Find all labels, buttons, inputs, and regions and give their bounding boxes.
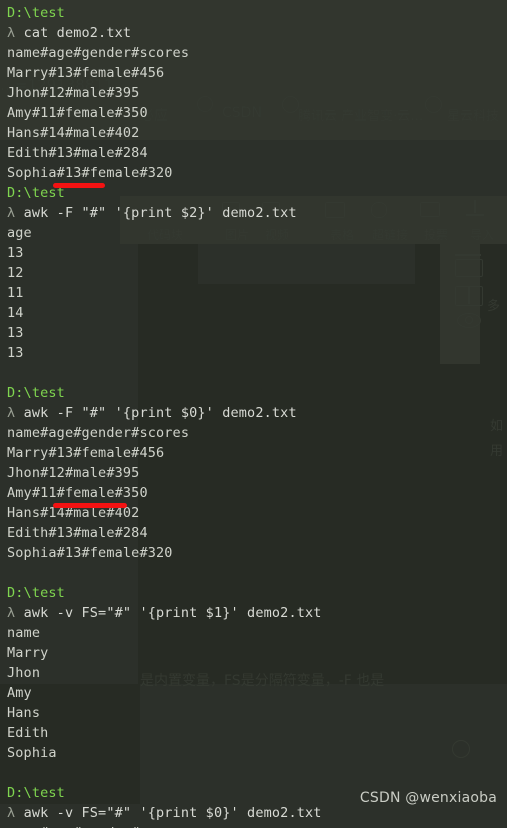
terminal-window: …=129138811 必应 CSDN 腾讯云 产业智变·云… 星云科技 代码块 图片 视频表…	[0, 0, 507, 828]
output-text: 13	[7, 245, 24, 261]
output-line: Sophia#13#female#320	[7, 163, 173, 183]
output-text: Sophia#13#female#320	[7, 165, 173, 181]
prompt-path-text: D:\test	[7, 785, 65, 801]
command-text: awk -F "#" '{print $2}' demo2.txt	[23, 205, 297, 221]
output-line: Hans#14#male#402	[7, 123, 139, 143]
output-text: 11	[7, 285, 24, 301]
command-line: λ awk -F "#" '{print $0}' demo2.txt	[7, 403, 297, 423]
terminal-output[interactable]: D:\test λ cat demo2.txt name#age#gender#sc…	[0, 0, 507, 828]
output-text: Hans	[7, 705, 41, 721]
output-line: name#age#gender#scores	[7, 43, 189, 63]
output-line: Marry	[7, 643, 48, 663]
output-line: Edith#13#male#284	[7, 523, 148, 543]
output-text: Marry	[7, 645, 49, 661]
output-line: Sophia#13#female#320	[7, 543, 173, 563]
output-line: Amy#11#female#350	[7, 483, 148, 503]
output-line: name#age#gender#scores	[7, 423, 189, 443]
red-underline-annotation	[53, 183, 105, 188]
output-line: Edith	[7, 723, 48, 743]
output-text: Edith#13#male#284	[7, 525, 148, 541]
output-text: 13	[7, 325, 24, 341]
output-line: Marry#13#female#456	[7, 63, 164, 83]
output-text: name#age#gender#scores	[7, 45, 190, 61]
output-line: Sophia	[7, 743, 57, 763]
output-text: Marry#13#female#456	[7, 65, 165, 81]
prompt-path: D:\test	[7, 3, 65, 23]
output-text: Amy	[7, 685, 32, 701]
output-text: Amy#11#female#350	[7, 485, 148, 501]
output-line: Hans	[7, 703, 40, 723]
red-underline-annotation	[53, 503, 127, 508]
command-line: λ awk -v FS="#" '{print $0}' demo2.txt	[7, 803, 322, 823]
output-text: age	[7, 225, 32, 241]
prompt-path-text: D:\test	[7, 585, 65, 601]
output-line: Amy#11#female#350	[7, 103, 148, 123]
output-line: Jhon#12#male#395	[7, 463, 139, 483]
lambda-prompt-symbol: λ	[7, 805, 24, 821]
output-line: Jhon	[7, 663, 40, 683]
output-text: Jhon#12#male#395	[7, 85, 140, 101]
output-line: 13	[7, 343, 24, 363]
output-text: Hans#14#male#402	[7, 125, 140, 141]
prompt-path: D:\test	[7, 783, 65, 803]
output-text: Edith	[7, 725, 49, 741]
command-text: awk -v FS="#" '{print $1}' demo2.txt	[23, 605, 322, 621]
output-line: age	[7, 223, 32, 243]
command-line: λ awk -F "#" '{print $2}' demo2.txt	[7, 203, 297, 223]
output-text: Marry#13#female#456	[7, 445, 165, 461]
output-text: 13	[7, 345, 24, 361]
output-line: Edith#13#male#284	[7, 143, 148, 163]
output-text: Jhon#12#male#395	[7, 465, 140, 481]
lambda-prompt-symbol: λ	[7, 25, 24, 41]
command-text: cat demo2.txt	[23, 25, 132, 41]
output-text: name	[7, 625, 41, 641]
output-text: name#age#gender#scores	[7, 425, 190, 441]
lambda-prompt-symbol: λ	[7, 405, 24, 421]
output-text: Amy#11#female#350	[7, 105, 148, 121]
output-line: 13	[7, 243, 24, 263]
command-text: awk -v FS="#" '{print $0}' demo2.txt	[23, 805, 322, 821]
output-text: Edith#13#male#284	[7, 145, 148, 161]
lambda-prompt-symbol: λ	[7, 605, 24, 621]
output-line: 11	[7, 283, 24, 303]
output-line: name#age#gender#scores	[7, 823, 189, 828]
output-line: name	[7, 623, 40, 643]
output-text: 14	[7, 305, 24, 321]
prompt-path: D:\test	[7, 383, 65, 403]
output-line: 12	[7, 263, 24, 283]
command-text: awk -F "#" '{print $0}' demo2.txt	[23, 405, 297, 421]
lambda-prompt-symbol: λ	[7, 205, 24, 221]
csdn-watermark: CSDN @wenxiaoba	[359, 790, 497, 806]
prompt-path-text: D:\test	[7, 385, 65, 401]
output-line: 13	[7, 323, 24, 343]
output-line: Jhon#12#male#395	[7, 83, 139, 103]
output-text: Sophia	[7, 745, 57, 761]
output-text: Sophia#13#female#320	[7, 545, 173, 561]
output-text: 12	[7, 265, 24, 281]
prompt-path: D:\test	[7, 583, 65, 603]
prompt-path-text: D:\test	[7, 5, 65, 21]
output-line: 14	[7, 303, 24, 323]
output-text: Jhon	[7, 665, 41, 681]
command-line: λ cat demo2.txt	[7, 23, 131, 43]
command-line: λ awk -v FS="#" '{print $1}' demo2.txt	[7, 603, 322, 623]
output-line: Marry#13#female#456	[7, 443, 164, 463]
output-line: Amy	[7, 683, 32, 703]
